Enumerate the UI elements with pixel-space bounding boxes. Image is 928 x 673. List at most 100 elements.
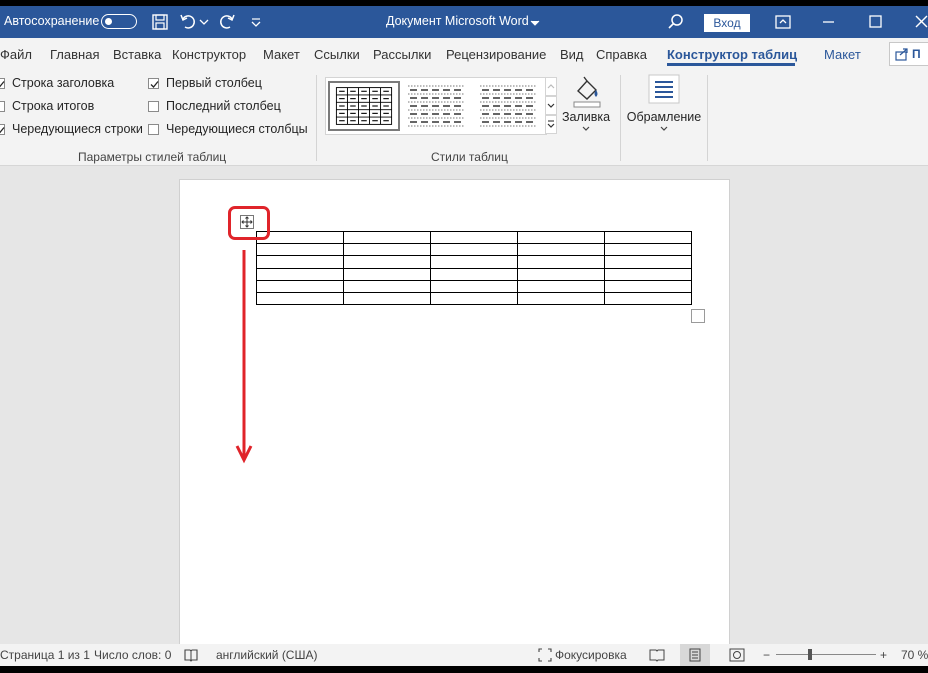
more-dropdown-icon bbox=[547, 120, 555, 128]
paint-bucket-icon bbox=[573, 76, 601, 108]
tab-file[interactable]: Файл bbox=[0, 47, 32, 62]
zoom-level[interactable]: 70 % bbox=[901, 648, 928, 662]
tab-review[interactable]: Рецензирование bbox=[446, 47, 546, 62]
redo-icon[interactable] bbox=[217, 12, 237, 32]
table-cell[interactable] bbox=[430, 255, 518, 269]
tab-design[interactable]: Конструктор bbox=[172, 47, 246, 62]
table-cell[interactable] bbox=[517, 230, 605, 245]
document-table[interactable] bbox=[256, 230, 692, 306]
table-cell[interactable] bbox=[517, 279, 605, 293]
table-resize-handle[interactable] bbox=[691, 309, 705, 323]
shading-button[interactable]: Заливка bbox=[560, 75, 612, 145]
bottom-edge bbox=[0, 666, 928, 673]
table-cell[interactable] bbox=[343, 291, 431, 306]
table-cell[interactable] bbox=[343, 267, 431, 281]
table-cell[interactable] bbox=[256, 255, 344, 269]
table-cell[interactable] bbox=[343, 230, 431, 245]
table-cell[interactable] bbox=[517, 243, 605, 257]
banded-columns-label: Чередующиеся столбцы bbox=[166, 122, 308, 136]
table-cell[interactable] bbox=[430, 243, 518, 257]
table-cell[interactable] bbox=[517, 291, 605, 306]
table-style-plain[interactable] bbox=[404, 81, 468, 131]
save-icon[interactable] bbox=[150, 12, 170, 32]
table-cell[interactable] bbox=[604, 230, 692, 245]
tab-help[interactable]: Справка bbox=[596, 47, 647, 62]
tab-view[interactable]: Вид bbox=[560, 47, 584, 62]
table-cell[interactable] bbox=[256, 291, 344, 306]
zoom-out-button[interactable]: − bbox=[763, 648, 770, 662]
group-separator bbox=[620, 75, 621, 161]
tab-home[interactable]: Главная bbox=[50, 47, 99, 62]
status-bar: Страница 1 из 1 Число слов: 0 английский… bbox=[0, 644, 928, 666]
zoom-in-button[interactable]: + bbox=[880, 648, 887, 662]
proofing-book-icon[interactable] bbox=[183, 648, 199, 662]
zoom-slider-thumb[interactable] bbox=[808, 649, 812, 660]
table-cell[interactable] bbox=[256, 267, 344, 281]
table-cell[interactable] bbox=[604, 279, 692, 293]
table-cell[interactable] bbox=[343, 279, 431, 293]
page-count[interactable]: Страница 1 из 1 bbox=[0, 648, 90, 662]
checkbox-box bbox=[148, 124, 159, 135]
style-options-group-label: Параметры стилей таблиц bbox=[78, 150, 227, 164]
search-icon[interactable] bbox=[666, 12, 686, 32]
print-layout-icon bbox=[689, 648, 701, 662]
tab-table-design[interactable]: Конструктор таблиц bbox=[667, 47, 797, 62]
checkbox-box bbox=[0, 78, 5, 89]
zoom-slider-track[interactable] bbox=[776, 654, 876, 655]
language-indicator[interactable]: английский (США) bbox=[216, 648, 317, 662]
undo-dropdown-chevron-icon[interactable] bbox=[198, 12, 210, 32]
table-cell[interactable] bbox=[430, 230, 518, 245]
tab-table-layout[interactable]: Макет bbox=[824, 47, 861, 62]
customize-toolbar-icon[interactable] bbox=[248, 12, 264, 32]
close-icon[interactable] bbox=[912, 12, 928, 32]
web-layout-icon[interactable] bbox=[729, 648, 745, 662]
active-tab-indicator bbox=[667, 63, 795, 66]
table-cell[interactable] bbox=[604, 243, 692, 257]
read-mode-icon[interactable] bbox=[649, 648, 665, 662]
shading-label: Заливка bbox=[561, 110, 611, 124]
table-row bbox=[256, 291, 692, 306]
table-cell[interactable] bbox=[343, 243, 431, 257]
undo-icon[interactable] bbox=[178, 12, 198, 32]
focus-mode-button[interactable]: Фокусировка bbox=[555, 648, 627, 662]
gallery-scroll-down[interactable] bbox=[545, 96, 557, 115]
total-row-label: Строка итогов bbox=[12, 99, 95, 113]
print-layout-button[interactable] bbox=[680, 644, 710, 666]
tab-references[interactable]: Ссылки bbox=[314, 47, 360, 62]
word-count[interactable]: Число слов: 0 bbox=[94, 648, 171, 662]
tab-insert[interactable]: Вставка bbox=[113, 47, 161, 62]
table-cell[interactable] bbox=[430, 267, 518, 281]
borders-icon bbox=[648, 74, 680, 104]
chevron-down-icon bbox=[547, 103, 555, 108]
maximize-icon[interactable] bbox=[866, 12, 886, 32]
table-cell[interactable] bbox=[430, 291, 518, 306]
table-cell[interactable] bbox=[430, 279, 518, 293]
tab-mailings[interactable]: Рассылки bbox=[373, 47, 431, 62]
gallery-more-button[interactable] bbox=[545, 115, 557, 134]
table-cell[interactable] bbox=[343, 255, 431, 269]
table-style-grid-selected[interactable] bbox=[328, 81, 400, 131]
ribbon-display-options-icon[interactable] bbox=[773, 12, 793, 32]
gallery-scroll-up[interactable] bbox=[545, 77, 557, 96]
title-dropdown-chevron-icon[interactable] bbox=[529, 12, 541, 32]
table-cell[interactable] bbox=[517, 267, 605, 281]
group-separator bbox=[707, 75, 708, 161]
table-row bbox=[256, 279, 692, 293]
table-cell[interactable] bbox=[256, 243, 344, 257]
table-cell[interactable] bbox=[604, 255, 692, 269]
table-styles-gallery bbox=[325, 77, 547, 135]
chevron-up-icon bbox=[547, 84, 555, 89]
autosave-toggle[interactable] bbox=[101, 14, 137, 29]
document-title[interactable]: Документ Microsoft Word bbox=[386, 14, 529, 28]
share-button[interactable]: П bbox=[889, 42, 928, 66]
table-cell[interactable] bbox=[604, 267, 692, 281]
borders-button[interactable]: Обрамление bbox=[626, 74, 702, 144]
table-styles-group-label: Стили таблиц bbox=[431, 150, 508, 164]
table-cell[interactable] bbox=[256, 279, 344, 293]
minimize-icon[interactable] bbox=[819, 12, 839, 32]
table-cell[interactable] bbox=[604, 291, 692, 306]
table-cell[interactable] bbox=[517, 255, 605, 269]
table-style-plain-2[interactable] bbox=[476, 81, 540, 131]
login-button[interactable]: Вход bbox=[704, 14, 750, 32]
tab-layout[interactable]: Макет bbox=[263, 47, 300, 62]
